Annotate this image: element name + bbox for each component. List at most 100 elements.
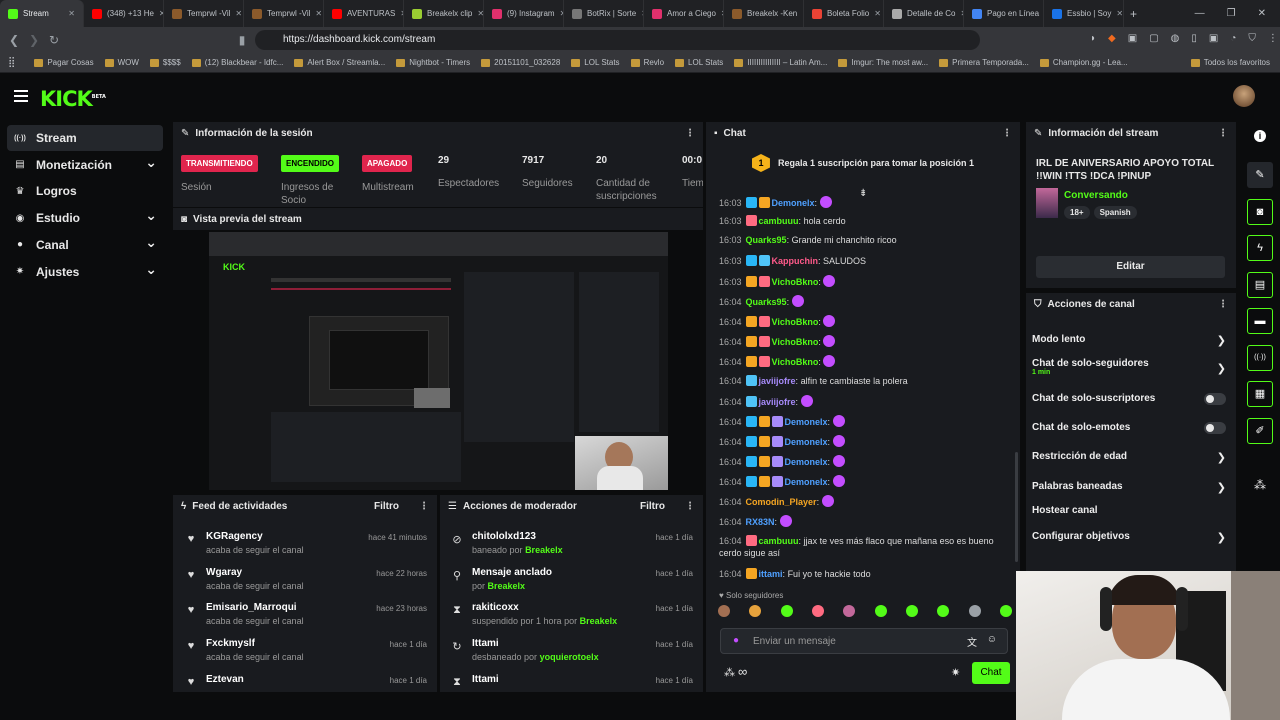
chat-username[interactable]: Demonelx <box>785 437 828 447</box>
channel-action-hostear-canal[interactable]: Hostear canal <box>1032 505 1230 519</box>
channel-action-chat-de-solo-seguidores[interactable]: Chat de solo-seguidores 1 min ❯ <box>1032 358 1230 376</box>
sidebar-item-stream[interactable]: ((·)) Stream <box>7 125 163 151</box>
browser-tab[interactable]: (348) +13 He✕ <box>84 0 164 27</box>
chat-message[interactable]: 16:04 cambuuu: jjax te ves más flaco que … <box>719 535 994 546</box>
chat-message[interactable]: 16:03 Kappuchin: SALUDOS <box>719 255 866 266</box>
activity-feed-item[interactable]: ♥ Eztevan hace 1 día <box>184 674 427 708</box>
chevron-down-icon[interactable]: ⌄ <box>145 207 157 224</box>
sidebar-item-estudio[interactable]: ◉ Estudio ⌄ <box>7 205 163 231</box>
translate-icon[interactable]: 文 <box>967 634 977 649</box>
browser-tab[interactable]: Amor a Ciego✕ <box>644 0 724 27</box>
camera-icon[interactable]: ◙ <box>1247 198 1273 225</box>
chat-settings-gear-icon[interactable]: ✷ <box>951 666 960 679</box>
chat-username[interactable]: javiijofre <box>759 397 796 407</box>
kick-logo[interactable]: KICKBETA <box>40 87 106 111</box>
chat-message[interactable]: cerdo sigue así <box>719 548 780 558</box>
avatar[interactable] <box>1233 85 1255 107</box>
chat-username[interactable]: Kappuchin <box>772 256 819 266</box>
chat-message[interactable]: 16:03 Quarks95: Grande mi chanchito ricoo <box>719 235 897 245</box>
bookmark-item[interactable]: Revlo <box>630 58 664 67</box>
emote-icon[interactable] <box>874 605 887 617</box>
chat-message[interactable]: 16:03 Demonelx: <box>719 196 834 208</box>
browser-tab[interactable]: Temprwl -Vil ✕ <box>244 0 324 27</box>
chat-message[interactable]: 16:04 ittami: Fui yo te hackie todo <box>719 568 871 579</box>
more-menu-icon[interactable]: ⋮ <box>1218 299 1228 310</box>
chat-message[interactable]: 16:04 Demonelx: <box>719 475 847 487</box>
chat-username[interactable]: Demonelx <box>785 457 828 467</box>
close-tab-icon[interactable]: ✕ <box>477 9 483 18</box>
scroll-indicator-icon[interactable]: ⇟ <box>859 188 867 199</box>
sidebar-item-canal[interactable]: ● Canal ⌄ <box>7 232 163 258</box>
browser-tab[interactable]: Stream ✕ <box>0 0 84 27</box>
community-icon[interactable]: ⁂ <box>1254 478 1266 492</box>
channel-action-modo-lento[interactable]: Modo lento ❯ <box>1032 334 1230 348</box>
stream-preview-video[interactable]: KICK <box>209 232 668 490</box>
mic-icon[interactable]: ● <box>733 635 739 646</box>
community-icon[interactable]: ⁂ <box>724 666 735 679</box>
browser-tab[interactable]: Temprwl -Vil ✕ <box>164 0 244 27</box>
chevron-down-icon[interactable]: ⌄ <box>145 234 157 251</box>
chat-send-button[interactable]: Chat <box>972 662 1010 684</box>
chat-username[interactable]: VichoBkno <box>772 337 819 347</box>
chevron-down-icon[interactable]: ⌄ <box>145 261 157 278</box>
database-icon[interactable]: ▦ <box>1247 381 1273 407</box>
extension-icon[interactable]: ◆ <box>1108 33 1116 44</box>
reload-icon[interactable]: ↻ <box>44 33 64 47</box>
more-menu-icon[interactable]: ⋮ <box>1218 128 1228 139</box>
apps-grid-icon[interactable]: ⣿ <box>8 57 15 68</box>
more-menu-icon[interactable]: ⋮ <box>1002 128 1012 139</box>
menu-icon[interactable]: ⋮ <box>1268 33 1278 44</box>
channel-action-chat-de-solo-suscriptores[interactable]: Chat de solo-suscriptores <box>1032 393 1230 407</box>
chevron-down-icon[interactable]: ⌄ <box>145 154 157 171</box>
chat-message[interactable]: 16:04 Quarks95: <box>719 295 806 307</box>
chat-message[interactable]: 16:04 VichoBkno: <box>719 355 837 367</box>
gift-banner[interactable]: 1 Regala 1 suscripción para tomar la pos… <box>706 152 1020 174</box>
minimize-icon[interactable]: — <box>1195 8 1205 19</box>
toggle-switch[interactable] <box>1204 393 1226 405</box>
browser-tab[interactable]: Pago en Línea✕ <box>964 0 1044 27</box>
chat-username[interactable]: Demonelx <box>785 417 828 427</box>
chat-message[interactable]: 16:04 VichoBkno: <box>719 335 837 347</box>
all-bookmarks-folder[interactable]: Todos los favoritos <box>1190 58 1270 67</box>
bookmark-item[interactable]: Imgur: The most aw... <box>838 58 928 67</box>
chat-message[interactable]: 16:04 Demonelx: <box>719 455 847 467</box>
close-tab-icon[interactable]: ✕ <box>1116 9 1123 18</box>
extension-icon[interactable]: ◍ <box>1171 33 1180 44</box>
bookmark-item[interactable]: Primera Temporada... <box>939 58 1029 67</box>
chat-username[interactable]: Quarks95 <box>746 297 787 307</box>
chat-username[interactable]: ittami <box>759 569 783 579</box>
emote-icon[interactable] <box>749 605 762 617</box>
extension-icon[interactable]: ▣ <box>1128 33 1137 44</box>
close-tab-icon[interactable]: ✕ <box>315 9 322 18</box>
bookmark-item[interactable]: Pagar Cosas <box>34 58 94 67</box>
bolt-icon[interactable]: ϟ <box>1247 235 1273 261</box>
infinity-icon[interactable]: ∞ <box>738 664 747 679</box>
feed-filter-button[interactable]: Filtro <box>374 501 399 512</box>
chat-message[interactable]: 16:04 Demonelx: <box>719 435 847 447</box>
browser-tab[interactable]: Essbio | Soy ✕ <box>1044 0 1124 27</box>
chat-username[interactable]: VichoBkno <box>772 277 819 287</box>
chat-username[interactable]: cambuuu <box>759 536 799 546</box>
wrench-icon[interactable]: ✐ <box>1247 417 1273 444</box>
bookmark-item[interactable]: Alert Box / Streamla... <box>294 58 385 67</box>
chat-message[interactable]: 16:04 javiijofre: <box>719 395 815 407</box>
emote-icon[interactable] <box>905 605 918 617</box>
chat-username[interactable]: cambuuu <box>759 216 799 226</box>
activity-feed-item[interactable]: ♥ Fxckmyslf acaba de seguir el canal hace 1… <box>184 638 427 672</box>
mod-action-item[interactable]: ⧗ rakiticoxx suspendido por 1 hora por Bre… <box>450 602 693 636</box>
browser-tab[interactable]: AVENTURAS✕ <box>324 0 404 27</box>
chat-message[interactable]: 16:04 RX83N: <box>719 515 794 527</box>
back-icon[interactable]: ❮ <box>4 33 24 47</box>
emote-icon[interactable] <box>718 605 730 617</box>
hamburger-menu-icon[interactable] <box>14 90 28 102</box>
chat-username[interactable]: VichoBkno <box>772 357 819 367</box>
category-name[interactable]: Conversando <box>1064 190 1128 201</box>
moderator-name[interactable]: Breakelx <box>580 616 618 626</box>
clipboard-icon[interactable]: ▤ <box>1247 271 1273 298</box>
channel-action-restricci-n-de-edad[interactable]: Restricción de edad ❯ <box>1032 451 1230 465</box>
bookmark-item[interactable]: WOW <box>104 58 139 67</box>
shield-icon[interactable]: ⛉ <box>1248 33 1256 44</box>
bookmark-item[interactable]: IIIIIIIIIIIIIII – Latin Am... <box>734 58 827 67</box>
more-menu-icon[interactable]: ⋮ <box>419 501 429 512</box>
chat-message[interactable]: 16:04 Demonelx: <box>719 415 847 427</box>
